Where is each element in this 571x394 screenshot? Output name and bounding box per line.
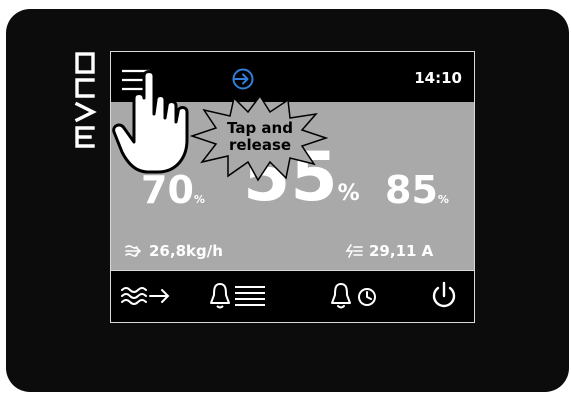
alarm-history-icon[interactable] xyxy=(329,281,385,311)
right-reading-value: 85 xyxy=(385,168,438,212)
right-reading: 85% xyxy=(385,168,449,212)
right-reading-unit: % xyxy=(437,193,449,206)
flow-stat: 26,8kg/h xyxy=(125,242,223,260)
tap-callout-text: Tap and release xyxy=(215,120,305,154)
tap-callout-line2: release xyxy=(228,136,292,154)
flow-arrow-icon xyxy=(125,245,142,257)
steam-output-icon[interactable] xyxy=(119,281,171,311)
alarm-list-icon[interactable] xyxy=(209,281,269,311)
current-value: 29,11 A xyxy=(369,242,434,260)
heater-current-icon xyxy=(345,244,363,258)
bottom-bar xyxy=(111,270,474,322)
login-arrow-icon[interactable] xyxy=(231,67,255,91)
current-stat: 29,11 A xyxy=(345,242,433,260)
tap-callout-line1: Tap and xyxy=(227,119,293,137)
flow-value: 26,8kg/h xyxy=(149,242,223,260)
evco-logo xyxy=(74,52,97,148)
pointing-hand-icon xyxy=(112,70,189,174)
power-icon[interactable] xyxy=(429,281,459,311)
clock: 14:10 xyxy=(414,69,462,87)
left-reading-unit: % xyxy=(193,193,205,206)
center-reading-unit: % xyxy=(337,181,360,206)
